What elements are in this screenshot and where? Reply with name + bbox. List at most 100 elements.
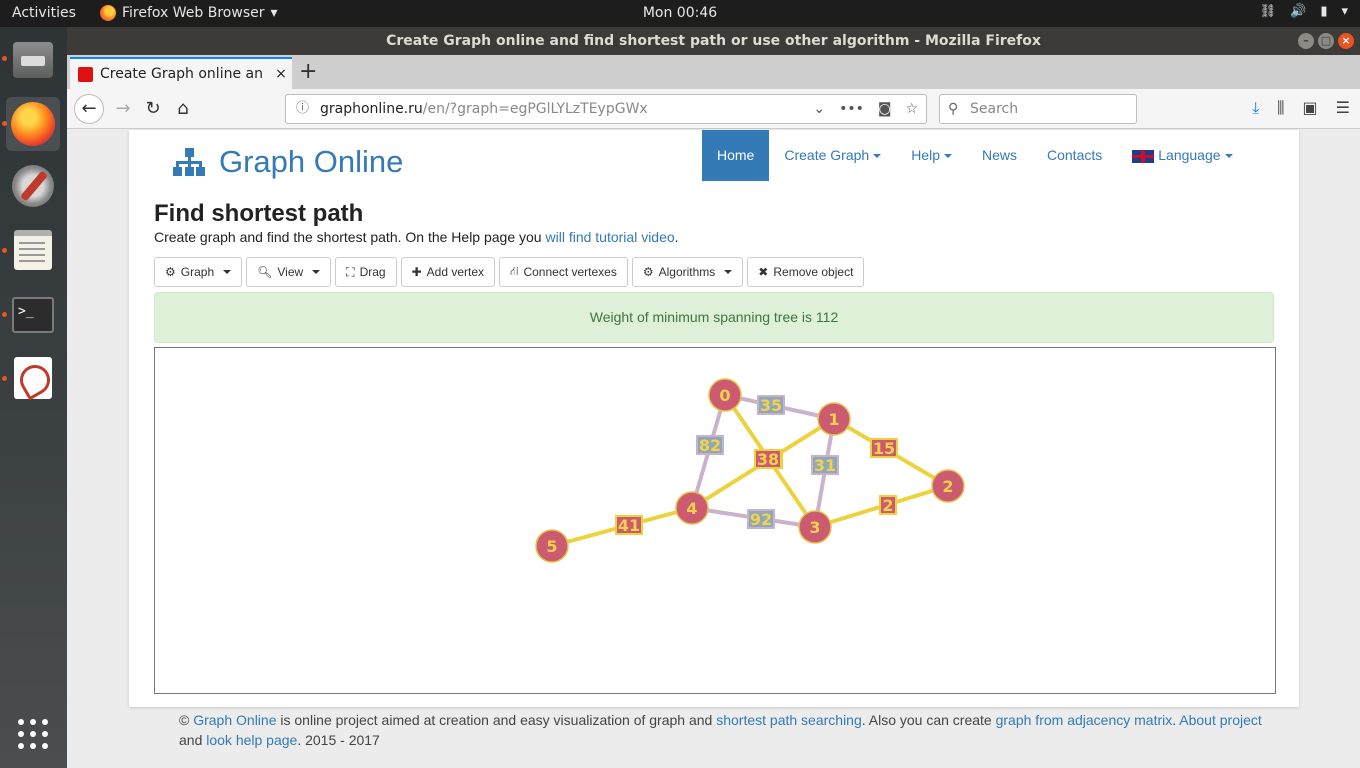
battery-icon: ▮ xyxy=(1320,4,1328,19)
page-subtitle: Create graph and find the shortest path.… xyxy=(154,229,679,245)
app-menu[interactable]: Firefox Web Browser ▾ xyxy=(100,5,278,21)
home-button[interactable]: ⌂ xyxy=(169,95,197,123)
system-tray[interactable]: ⛓ 🔊 ▮ ▾ xyxy=(1260,4,1348,19)
gear-icon: ⚙ xyxy=(642,265,654,279)
window-title-bar: Create Graph online and find shortest pa… xyxy=(67,27,1360,55)
files-app-icon[interactable] xyxy=(6,33,60,87)
algorithms-menu-button[interactable]: ⚙ Algorithms xyxy=(631,257,744,287)
nav-create-graph-label: Create Graph xyxy=(784,147,870,163)
forward-button[interactable]: → xyxy=(109,95,137,123)
remove-object-button[interactable]: ✖ Remove object xyxy=(747,257,865,287)
chevron-down-icon: ▾ xyxy=(270,5,278,21)
nav-contacts[interactable]: Contacts xyxy=(1032,130,1117,181)
footer-help-page-link[interactable]: look help page xyxy=(206,732,297,748)
vertex-label: 1 xyxy=(828,410,839,429)
volume-icon: 🔊 xyxy=(1290,4,1307,19)
browser-tab[interactable]: Create Graph online and × xyxy=(70,57,292,89)
nav-help-label: Help xyxy=(911,147,940,163)
maximize-button[interactable]: □ xyxy=(1318,33,1334,49)
footer-shortest-path-link[interactable]: shortest path searching xyxy=(716,712,862,728)
view-menu-button[interactable]: 🔍︎ View xyxy=(246,257,332,287)
drag-button[interactable]: ⛶ Drag xyxy=(335,257,397,287)
vertex-label: 5 xyxy=(546,537,557,556)
firefox-app-icon[interactable] xyxy=(6,97,60,151)
site-favicon-icon xyxy=(78,66,93,82)
search-placeholder: Search xyxy=(970,101,1019,117)
back-button[interactable]: ← xyxy=(74,94,104,124)
edge-weight-label: 35 xyxy=(760,396,782,415)
caret-down-icon xyxy=(312,270,321,274)
pocket-icon[interactable]: ◙ xyxy=(878,95,892,123)
edge-weight-label: 82 xyxy=(699,436,721,455)
minimize-button[interactable]: – xyxy=(1298,33,1314,49)
document-viewer-app-icon[interactable] xyxy=(6,351,60,405)
footer-text: and xyxy=(179,732,207,748)
sidebar-icon[interactable]: ▣ xyxy=(1303,98,1318,118)
nav-news-label: News xyxy=(981,147,1017,163)
tutorial-video-link[interactable]: will find tutorial video xyxy=(545,229,674,245)
drag-label: Drag xyxy=(359,265,386,279)
algorithms-menu-label: Algorithms xyxy=(658,265,716,279)
clock[interactable]: Mon 00:46 xyxy=(643,5,717,21)
show-applications-icon[interactable] xyxy=(6,707,60,761)
text-editor-app-icon[interactable] xyxy=(6,223,60,277)
site-brand[interactable]: Graph Online xyxy=(173,144,403,180)
vertex-label: 2 xyxy=(942,477,953,496)
site-info-icon[interactable]: ⓘ xyxy=(296,95,309,123)
content-card: Graph Online Home Create Graph Help News… xyxy=(129,130,1299,707)
graph-menu-button[interactable]: ⚙ Graph xyxy=(154,257,243,287)
menu-hamburger-icon[interactable]: ☰ xyxy=(1336,98,1350,118)
close-icon: ✖ xyxy=(758,265,769,279)
footer-text: . 2015 - 2017 xyxy=(297,732,380,748)
edge-weight-label: 31 xyxy=(814,456,836,475)
road-icon: ⛙ xyxy=(510,264,519,278)
caret-down-icon xyxy=(943,154,952,159)
nav-home-label: Home xyxy=(717,147,755,163)
edge-weight-label: 15 xyxy=(873,439,895,458)
subtitle-text: Create graph and find the shortest path.… xyxy=(154,229,546,245)
settings-tools-app-icon[interactable] xyxy=(6,159,60,213)
close-window-button[interactable]: × xyxy=(1338,33,1354,49)
downloads-icon[interactable]: ⤓ xyxy=(1252,98,1259,118)
edge-weight-label: 38 xyxy=(757,450,779,469)
close-tab-button[interactable]: × xyxy=(270,66,292,82)
graph-canvas[interactable]: 35823192383815241012345 xyxy=(154,347,1276,694)
add-vertex-button[interactable]: ✚ Add vertex xyxy=(400,257,496,287)
graph-drawing[interactable]: 35823192383815241012345 xyxy=(155,348,1275,693)
bookmark-star-icon[interactable]: ☆ xyxy=(905,95,918,123)
footer-adjacency-matrix-link[interactable]: graph from adjacency matrix xyxy=(996,712,1173,728)
result-message: Weight of minimum spanning tree is 112 xyxy=(589,309,839,325)
page-viewport: Graph Online Home Create Graph Help News… xyxy=(67,130,1360,768)
nav-language-label: Language xyxy=(1158,147,1221,163)
footer-text: © xyxy=(179,712,194,728)
connect-vertexes-button[interactable]: ⛙ Connect vertexes xyxy=(499,257,628,287)
plus-icon: ✚ xyxy=(411,265,422,279)
nav-home[interactable]: Home xyxy=(702,130,770,181)
url-host: graphonline.ru xyxy=(320,101,423,117)
nav-language[interactable]: Language xyxy=(1117,130,1247,181)
nav-help[interactable]: Help xyxy=(896,130,967,181)
footer-about-project-link[interactable]: About project xyxy=(1179,712,1262,728)
footer-text: is online project aimed at creation and … xyxy=(276,712,717,728)
library-icon[interactable]: ⫼ xyxy=(1277,98,1284,118)
nav-create-graph[interactable]: Create Graph xyxy=(769,130,896,181)
result-alert: Weight of minimum spanning tree is 112 xyxy=(154,292,1274,343)
uk-flag-icon xyxy=(1132,149,1155,163)
edge-weight-label: 41 xyxy=(618,516,640,535)
zoom-icon: 🔍︎ xyxy=(257,265,273,279)
page-actions-icon[interactable]: ••• xyxy=(839,95,864,123)
vertex-label: 4 xyxy=(686,499,697,518)
terminal-app-icon[interactable]: >_ xyxy=(6,288,60,342)
chevron-down-icon[interactable]: ⌄ xyxy=(813,95,825,123)
nav-news[interactable]: News xyxy=(967,130,1032,181)
connect-vertexes-label: Connect vertexes xyxy=(523,265,617,279)
footer-graph-online-link[interactable]: Graph Online xyxy=(193,712,276,728)
search-input[interactable]: ⚲ Search xyxy=(939,94,1137,124)
site-title: Graph Online xyxy=(219,144,404,179)
url-bar[interactable]: ⓘ graphonline.ru/en/?graph=egPGlLYLzTEyp… xyxy=(285,94,927,124)
new-tab-button[interactable]: + xyxy=(299,59,317,84)
tab-title: Create Graph online and xyxy=(100,66,263,82)
activities-button[interactable]: Activities xyxy=(12,5,76,21)
view-menu-label: View xyxy=(277,265,304,279)
reload-button[interactable]: ↻ xyxy=(139,95,167,123)
